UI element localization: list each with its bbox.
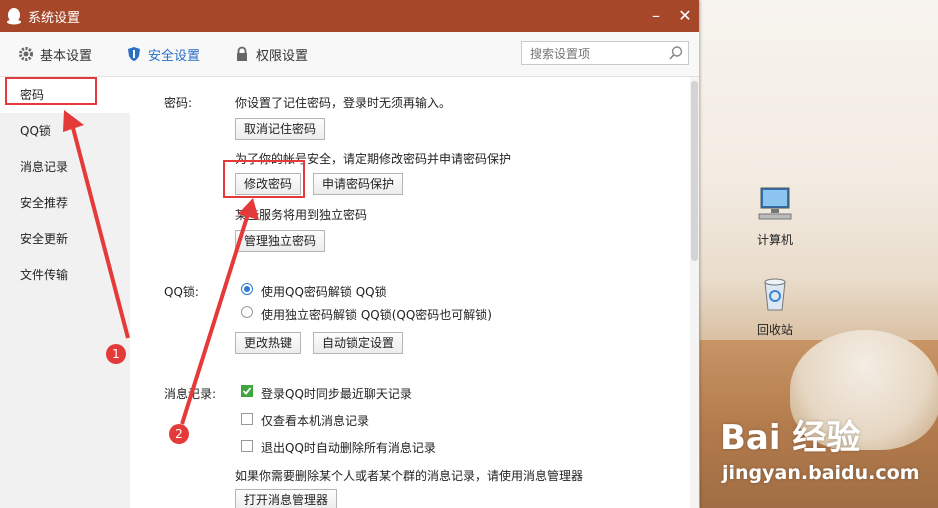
search-input[interactable]: [528, 43, 672, 65]
tab-label: 基本设置: [40, 48, 93, 64]
gear-icon: [19, 47, 33, 61]
auto-delete-history-label: 退出QQ时自动删除所有消息记录: [261, 441, 436, 455]
annotation-badge-1: 1: [106, 344, 126, 364]
local-history-only-label: 仅查看本机消息记录: [261, 414, 370, 428]
desktop-icon-recycle-bin[interactable]: 回收站: [740, 274, 810, 338]
tab-security-settings[interactable]: 安全设置: [126, 45, 200, 64]
tab-basic-settings[interactable]: 基本设置: [18, 45, 92, 64]
shield-icon: [128, 47, 141, 61]
scrollbar-thumb[interactable]: [691, 81, 698, 261]
search-icon[interactable]: [668, 45, 684, 61]
message-manager-note: 如果你需要删除某个人或者某个群的消息记录，请使用消息管理器: [235, 469, 584, 483]
checkmark-icon: [242, 387, 252, 395]
minimize-button[interactable]: –: [646, 6, 666, 26]
sidebar-item-qq-lock[interactable]: QQ锁: [0, 113, 130, 149]
recycle-bin-icon: [764, 278, 786, 311]
qq-penguin-icon: [7, 8, 21, 25]
section-label-password: 密码:: [164, 96, 193, 110]
annotation-badge-2: 2: [169, 424, 189, 444]
apply-password-protection-button[interactable]: 申请密码保护: [313, 173, 404, 195]
cancel-remember-password-button[interactable]: 取消记住密码: [235, 118, 326, 140]
sidebar-item-file-transfer[interactable]: 文件传输: [0, 257, 130, 293]
qq-lock-option-independent-radio[interactable]: [241, 306, 253, 318]
qq-lock-option-independent-label: 使用独立密码解锁 QQ锁(QQ密码也可解锁): [261, 308, 492, 322]
open-message-manager-button[interactable]: 打开消息管理器: [235, 489, 338, 508]
lock-icon: [237, 46, 248, 61]
settings-sidebar: 密码 QQ锁 消息记录 安全推荐 安全更新 文件传输: [0, 77, 130, 508]
title-bar[interactable]: 系统设置 – ✕: [0, 0, 699, 32]
qq-lock-option-qq-password-label: 使用QQ密码解锁 QQ锁: [261, 285, 387, 299]
remember-password-text: 你设置了记住密码，登录时无须再输入。: [235, 96, 452, 110]
desktop-icon-label: 回收站: [756, 323, 793, 337]
sync-recent-chat-checkbox[interactable]: [241, 385, 253, 397]
window-title: 系统设置: [28, 10, 81, 26]
qq-lock-option-qq-password-radio[interactable]: [241, 283, 253, 295]
manage-independent-password-button[interactable]: 管理独立密码: [235, 230, 326, 252]
auto-lock-settings-button[interactable]: 自动锁定设置: [313, 332, 404, 354]
settings-tabs: 基本设置 安全设置 权限设置: [0, 32, 699, 77]
sidebar-item-security-update[interactable]: 安全更新: [0, 221, 130, 257]
tab-permission-settings[interactable]: 权限设置: [234, 45, 308, 64]
independent-password-text: 某些服务将用到独立密码: [235, 208, 368, 222]
settings-window: 系统设置 – ✕ 基本设置 安全设置 权限设置 搜索设置项 密码 QQ锁 消息记…: [0, 0, 699, 508]
computer-icon: [758, 187, 792, 220]
desktop-icon-label: 计算机: [756, 233, 793, 247]
section-label-message-history: 消息记录:: [164, 387, 217, 401]
local-history-only-checkbox[interactable]: [241, 413, 253, 425]
settings-content: 密码: 你设置了记住密码，登录时无须再输入。 取消记住密码 为了你的帐号安全，请…: [130, 77, 690, 508]
tab-label: 权限设置: [256, 48, 309, 64]
annotation-highlight-change-password: [223, 160, 305, 198]
content-scrollbar[interactable]: [690, 77, 699, 508]
tab-label: 安全设置: [148, 48, 201, 64]
auto-delete-history-checkbox[interactable]: [241, 440, 253, 452]
settings-search[interactable]: [521, 41, 689, 65]
baidu-watermark-logo: Bai 经验: [720, 418, 861, 458]
desktop-icon-computer[interactable]: 计算机: [740, 184, 810, 248]
close-button[interactable]: ✕: [675, 6, 695, 26]
baidu-watermark-url: jingyan.baidu.com: [722, 462, 920, 484]
annotation-highlight-password-tab: [5, 77, 97, 105]
sidebar-item-security-recommend[interactable]: 安全推荐: [0, 185, 130, 221]
section-label-qq-lock: QQ锁:: [164, 285, 199, 299]
sidebar-item-message-history[interactable]: 消息记录: [0, 149, 130, 185]
sync-recent-chat-label: 登录QQ时同步最近聊天记录: [261, 387, 412, 401]
change-hotkey-button[interactable]: 更改热键: [235, 332, 302, 354]
